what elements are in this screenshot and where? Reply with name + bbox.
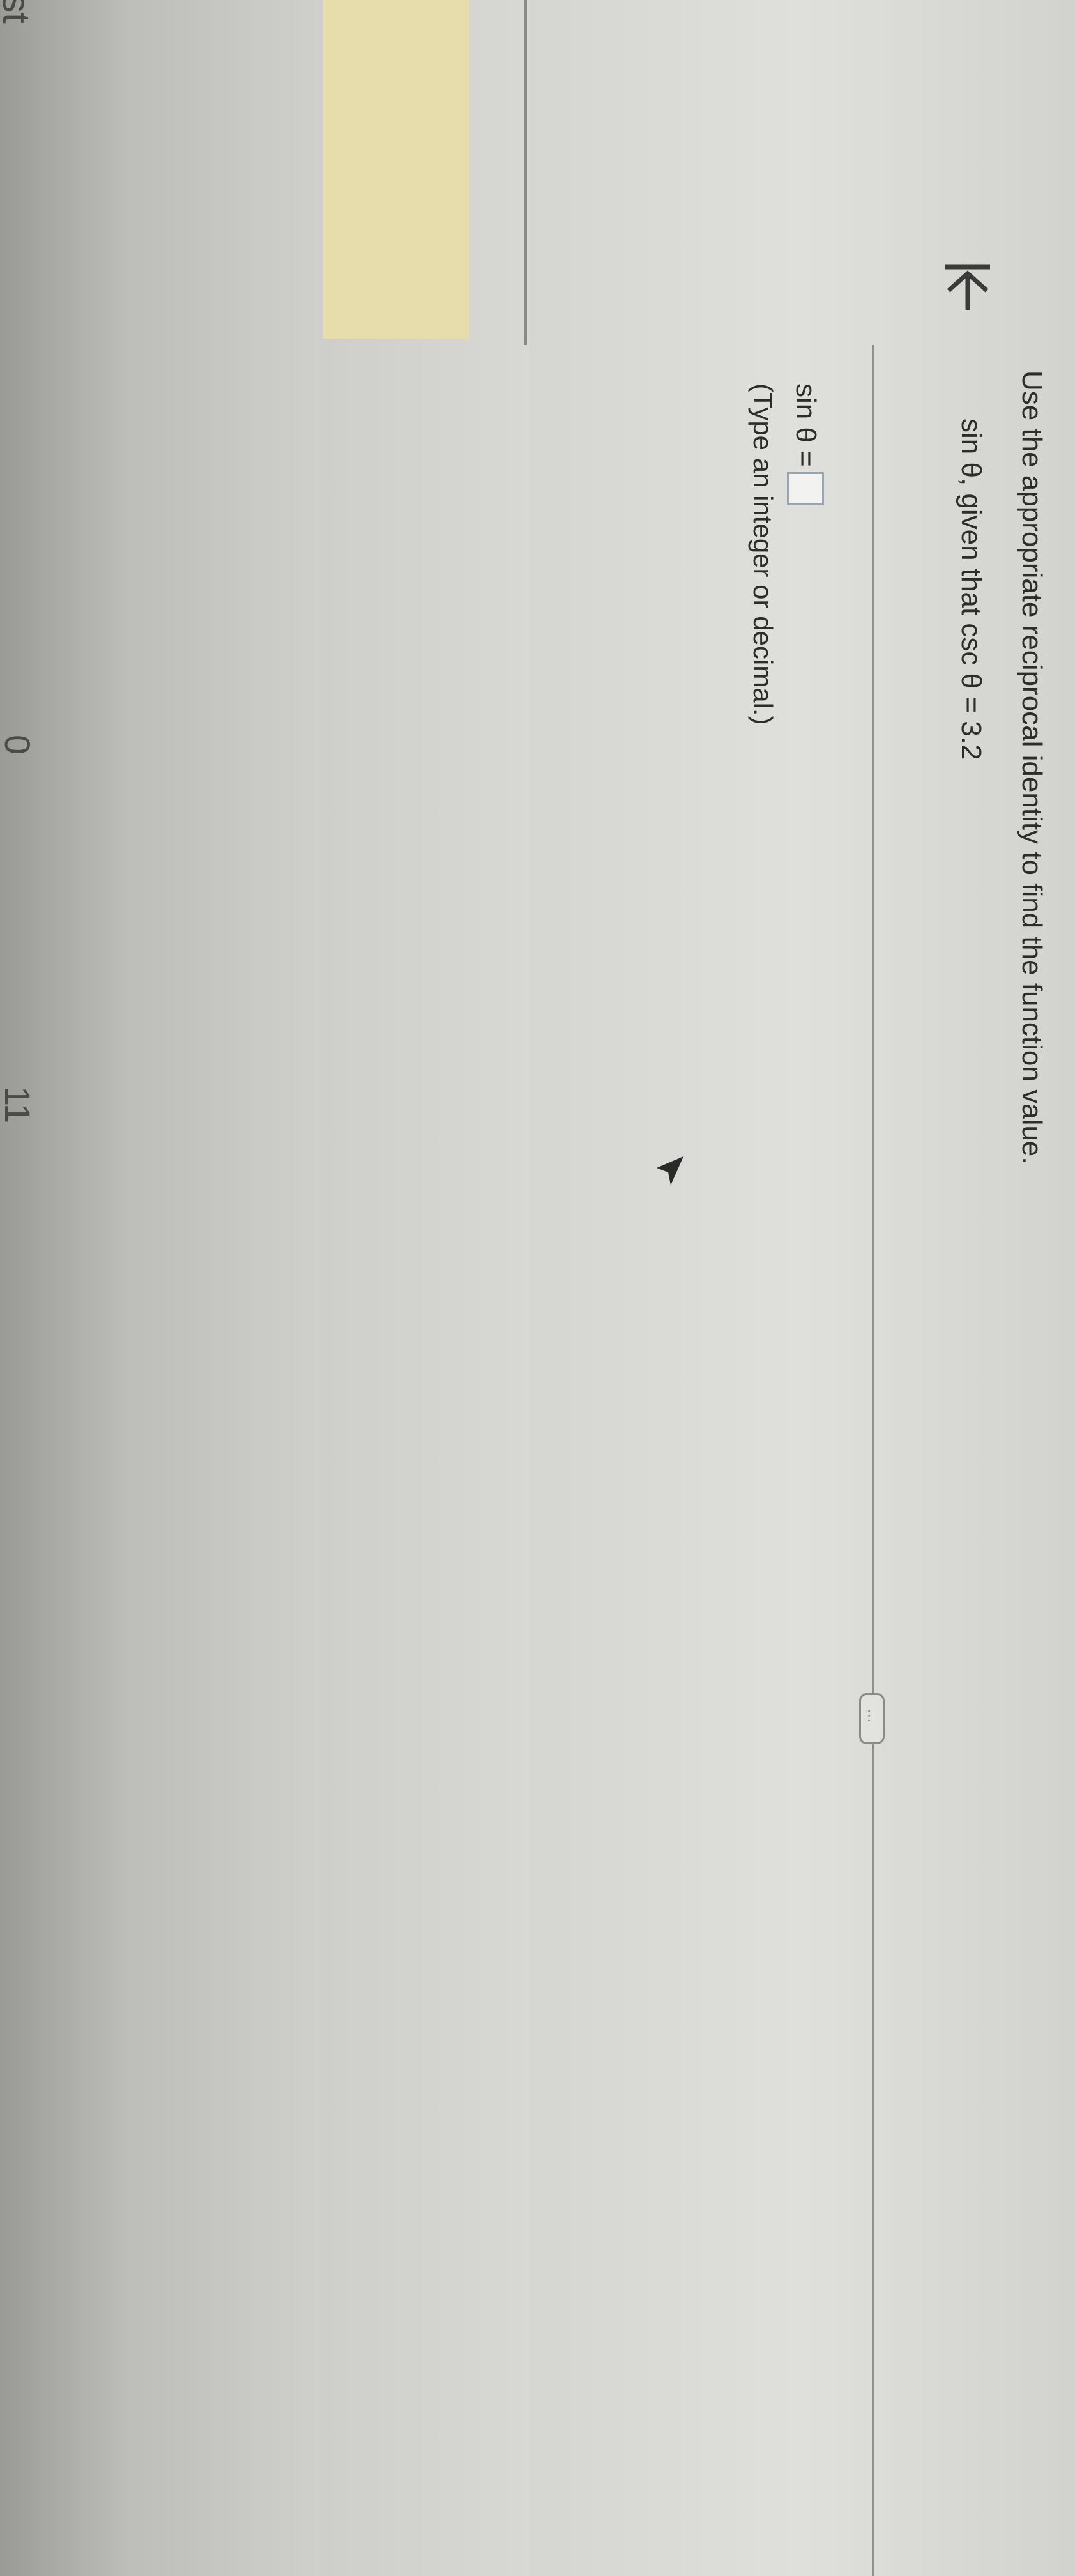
panel-divider: [524, 0, 527, 345]
answer-row: sin θ =: [787, 383, 824, 505]
back-arrow-icon[interactable]: [936, 256, 1000, 319]
nav-label[interactable]: 0: [0, 735, 38, 755]
nav-label[interactable]: 11: [0, 1086, 38, 1123]
screenshot-photo: st 0 11 Use the appropriate reciprocal i…: [0, 0, 1075, 2576]
answer-prefix: sin θ =: [790, 383, 821, 467]
question-given: sin θ, given that csc θ = 3.2: [956, 418, 987, 760]
answer-hint: (Type an integer or decimal.): [748, 383, 778, 725]
more-options-button[interactable]: ...: [859, 1693, 885, 1744]
section-divider: [872, 345, 874, 2576]
mouse-cursor-icon: [657, 1156, 683, 1185]
left-nav-panel: [0, 0, 319, 2576]
selected-question-highlight[interactable]: [323, 0, 469, 339]
question-instruction: Use the appropriate reciprocal identity …: [1016, 371, 1048, 1165]
answer-input[interactable]: [787, 471, 824, 505]
nav-label[interactable]: st: [0, 0, 38, 24]
more-label: ...: [865, 1709, 880, 1724]
